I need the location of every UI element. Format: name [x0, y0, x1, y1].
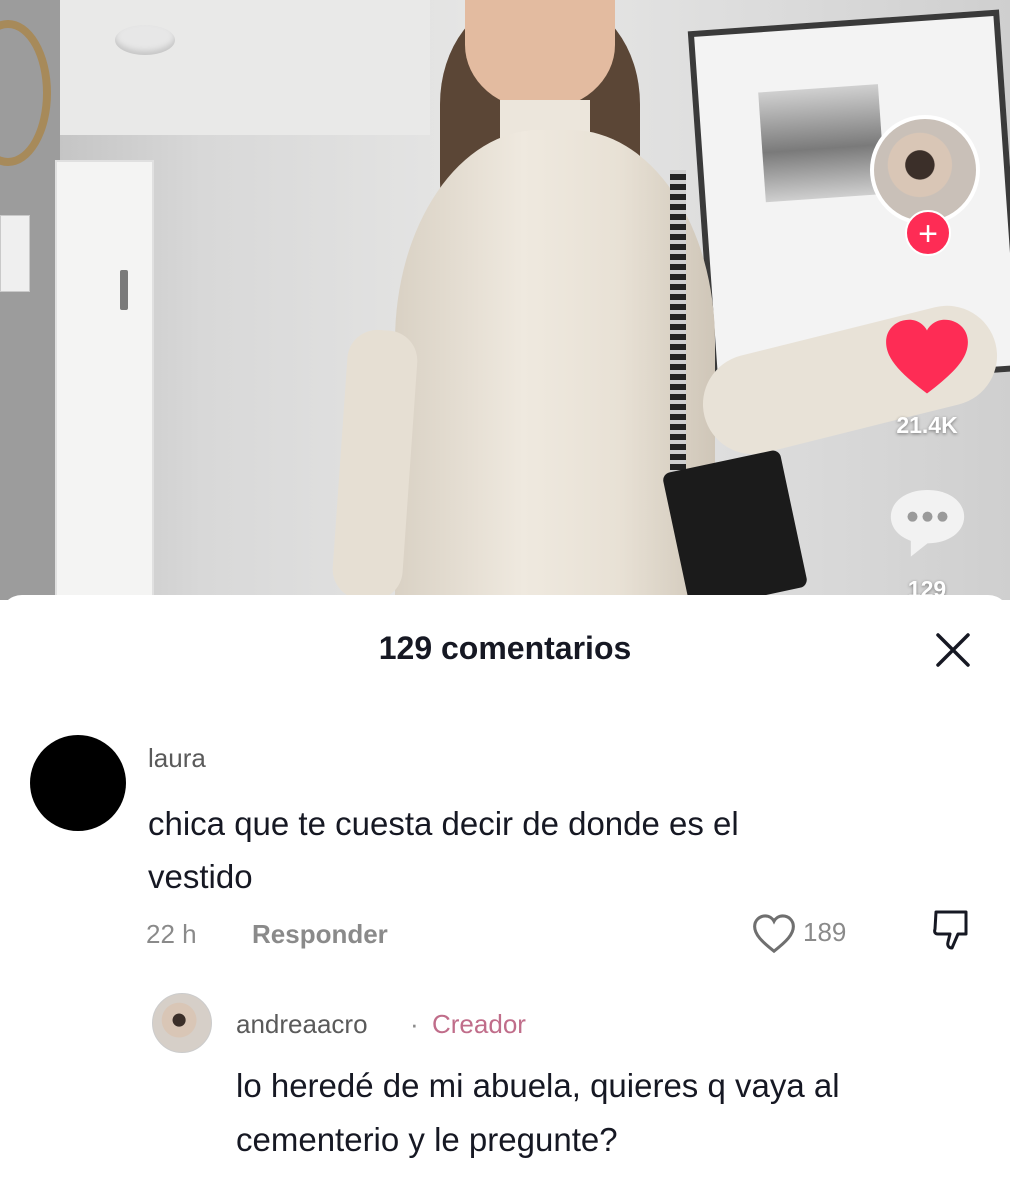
handbag [661, 449, 809, 600]
comment-text-line1: chica que te cuesta decir de donde es el [148, 805, 739, 842]
creator-reply-avatar[interactable] [152, 993, 212, 1053]
bag-strap [670, 170, 686, 480]
like-count: 21.4K [896, 412, 958, 438]
comments-sheet: 129 comentarios laura chica que te cuest… [0, 595, 1010, 1200]
reply-username[interactable]: andreaacro [236, 1009, 368, 1040]
reply-text-line1: lo heredé de mi abuela, quieres q vaya a… [236, 1067, 840, 1104]
comment-bubble-icon[interactable] [885, 485, 970, 560]
close-icon[interactable] [930, 627, 976, 673]
dress [395, 130, 715, 600]
commenter-avatar[interactable] [30, 735, 126, 831]
heart-icon[interactable] [882, 318, 972, 398]
comment-username[interactable]: laura [148, 743, 206, 774]
follow-plus-icon[interactable]: + [905, 210, 951, 256]
creator-badge: Creador [432, 1009, 526, 1039]
heart-outline-icon[interactable] [752, 914, 796, 954]
reply-separator: · [410, 1009, 419, 1039]
creator-avatar[interactable] [870, 115, 980, 225]
thermostat [0, 215, 30, 292]
comment-like-count: 189 [803, 917, 847, 947]
door-handle [120, 270, 128, 310]
door [55, 160, 154, 600]
reply-text-line2: cementerio y le pregunte? [236, 1121, 618, 1158]
ceiling-light [115, 25, 175, 55]
reply-button[interactable]: Responder [252, 919, 388, 950]
comment-text-line2: vestido [148, 858, 253, 895]
comment-time: 22 h [146, 919, 197, 949]
comments-title: 129 comentarios [378, 630, 632, 666]
frame-photo [758, 84, 886, 203]
video-person [330, 0, 1008, 600]
video-player[interactable]: + 21.4K 129 [0, 0, 1010, 600]
dislike-icon[interactable] [930, 908, 974, 954]
